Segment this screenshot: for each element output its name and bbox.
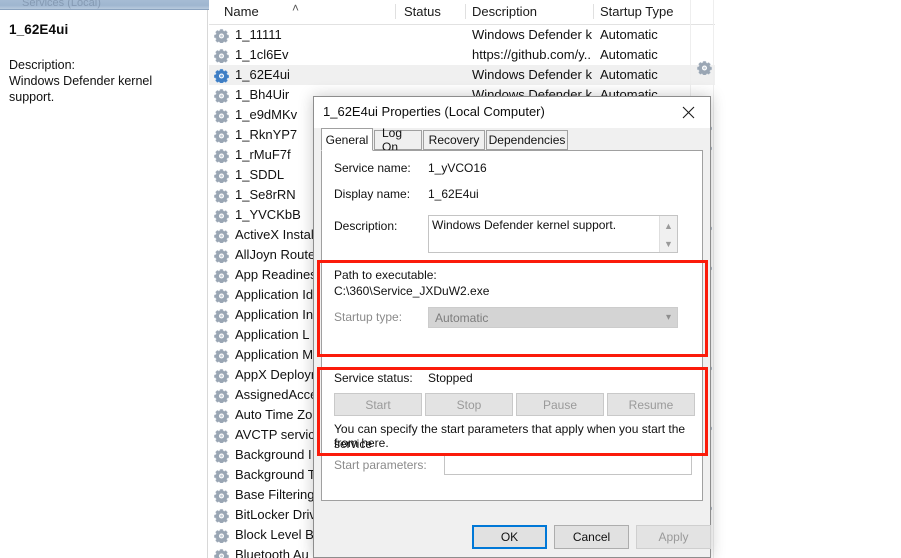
background-window-titlebar: Services (Local) [0, 0, 232, 10]
display-name-label: Display name: [334, 187, 411, 201]
service-gear-icon [214, 408, 229, 423]
scroll-up-icon[interactable]: ▲ [660, 218, 677, 234]
dialog-tabs[interactable]: General Log On Recovery Dependencies [314, 126, 710, 154]
startup-type-select[interactable]: Automatic ▾ [428, 307, 678, 328]
service-gear-icon [214, 248, 229, 263]
cell-name: 1_11111 [235, 27, 282, 42]
column-divider[interactable] [395, 4, 396, 19]
dialog-description-label: Description: [334, 219, 398, 233]
service-gear-icon [214, 308, 229, 323]
service-gear-icon [697, 60, 713, 75]
startup-type-label: Startup type: [334, 310, 403, 324]
description-textarea-value: Windows Defender kernel support. [432, 218, 617, 232]
start-parameters-input-wrap[interactable] [444, 453, 692, 475]
sort-indicator-icon: ˄ [291, 1, 299, 15]
service-gear-icon [214, 148, 229, 163]
service-gear-icon [214, 68, 229, 83]
service-name-value: 1_yVCO16 [428, 161, 487, 175]
service-gear-icon [214, 488, 229, 503]
service-gear-icon [214, 388, 229, 403]
chevron-down-icon: ▾ [665, 312, 671, 323]
description-scrollbar[interactable]: ▲ ▼ [659, 216, 677, 252]
service-gear-icon [214, 548, 229, 558]
cell-description: https://github.com/y... [472, 47, 592, 62]
startup-type-value: Automatic [435, 311, 489, 325]
service-gear-icon [214, 428, 229, 443]
service-gear-icon [214, 348, 229, 363]
service-gear-icon [214, 88, 229, 103]
cell-name: 1_62E4ui [235, 67, 290, 82]
pane-divider [713, 0, 714, 558]
description-textarea[interactable]: Windows Defender kernel support. ▲ ▼ [428, 215, 678, 253]
service-gear-icon [214, 228, 229, 243]
column-divider[interactable] [593, 4, 594, 19]
service-gear-icon [214, 528, 229, 543]
service-gear-icon [214, 508, 229, 523]
general-tab-page: Service name: 1_yVCO16 Display name: 1_6… [321, 150, 703, 501]
service-gear-icon [214, 468, 229, 483]
cell-description: Windows Defender ke... [472, 27, 592, 42]
service-properties-dialog: 1_62E4ui Properties (Local Computer) Gen… [313, 96, 711, 558]
screen: Services (Local) 1_62E4ui Description: W… [0, 0, 901, 558]
empty-area [715, 0, 901, 558]
close-icon[interactable] [666, 97, 710, 127]
service-gear-icon [214, 128, 229, 143]
cell-startup-type: Automatic [600, 47, 658, 62]
background-window-title: Services (Local) [22, 0, 101, 9]
service-gear-icon [214, 168, 229, 183]
path-to-executable-label: Path to executable: [334, 268, 437, 282]
service-name-label: Service name: [334, 161, 411, 175]
dialog-titlebar: 1_62E4ui Properties (Local Computer) [314, 97, 710, 128]
service-gear-icon [214, 48, 229, 63]
start-service-button[interactable]: Start [334, 393, 422, 416]
column-header-status[interactable]: Status [404, 4, 441, 19]
description-label: Description: [9, 58, 75, 72]
apply-button[interactable]: Apply [636, 525, 711, 549]
stop-service-button[interactable]: Stop [425, 393, 513, 416]
service-gear-icon [214, 448, 229, 463]
tab-log-on[interactable]: Log On [374, 126, 422, 154]
column-header-description[interactable]: Description [472, 4, 537, 19]
description-text: Windows Defender kernel support. [9, 74, 153, 104]
service-gear-icon [214, 108, 229, 123]
column-divider[interactable] [465, 4, 466, 19]
start-parameters-hint-line2: from here. [334, 436, 389, 450]
service-gear-icon [214, 188, 229, 203]
column-header-startup-type[interactable]: Startup Type [600, 4, 673, 19]
cell-description: Windows Defender ke... [472, 67, 592, 82]
cell-startup-type: Automatic [600, 67, 658, 82]
service-description-pane: 1_62E4ui Description: Windows Defender k… [0, 10, 208, 558]
selected-service-title: 1_62E4ui [9, 22, 69, 37]
cancel-button[interactable]: Cancel [554, 525, 629, 549]
tab-recovery[interactable]: Recovery [423, 130, 485, 150]
service-status-label: Service status: [334, 371, 413, 385]
start-parameters-input[interactable] [445, 454, 691, 474]
ok-button[interactable]: OK [472, 525, 547, 549]
service-status-value: Stopped [428, 371, 473, 385]
start-parameters-label: Start parameters: [334, 458, 427, 472]
scroll-down-icon[interactable]: ▼ [660, 236, 677, 252]
service-gear-icon [214, 208, 229, 223]
cell-name: 1_1cl6Ev [235, 47, 289, 62]
pause-service-button[interactable]: Pause [516, 393, 604, 416]
service-gear-icon [214, 28, 229, 43]
tab-dependencies[interactable]: Dependencies [486, 130, 568, 150]
service-gear-icon [214, 288, 229, 303]
dialog-title: 1_62E4ui Properties (Local Computer) [323, 104, 545, 119]
service-gear-icon [214, 328, 229, 343]
service-gear-icon [214, 368, 229, 383]
path-to-executable-value: C:\360\Service_JXDuW2.exe [334, 284, 490, 298]
display-name-value: 1_62E4ui [428, 187, 479, 201]
service-gear-icon [214, 268, 229, 283]
column-header-name[interactable]: Name [224, 4, 259, 19]
tab-general[interactable]: General [321, 128, 373, 151]
cell-startup-type: Automatic [600, 27, 658, 42]
resume-service-button[interactable]: Resume [607, 393, 695, 416]
